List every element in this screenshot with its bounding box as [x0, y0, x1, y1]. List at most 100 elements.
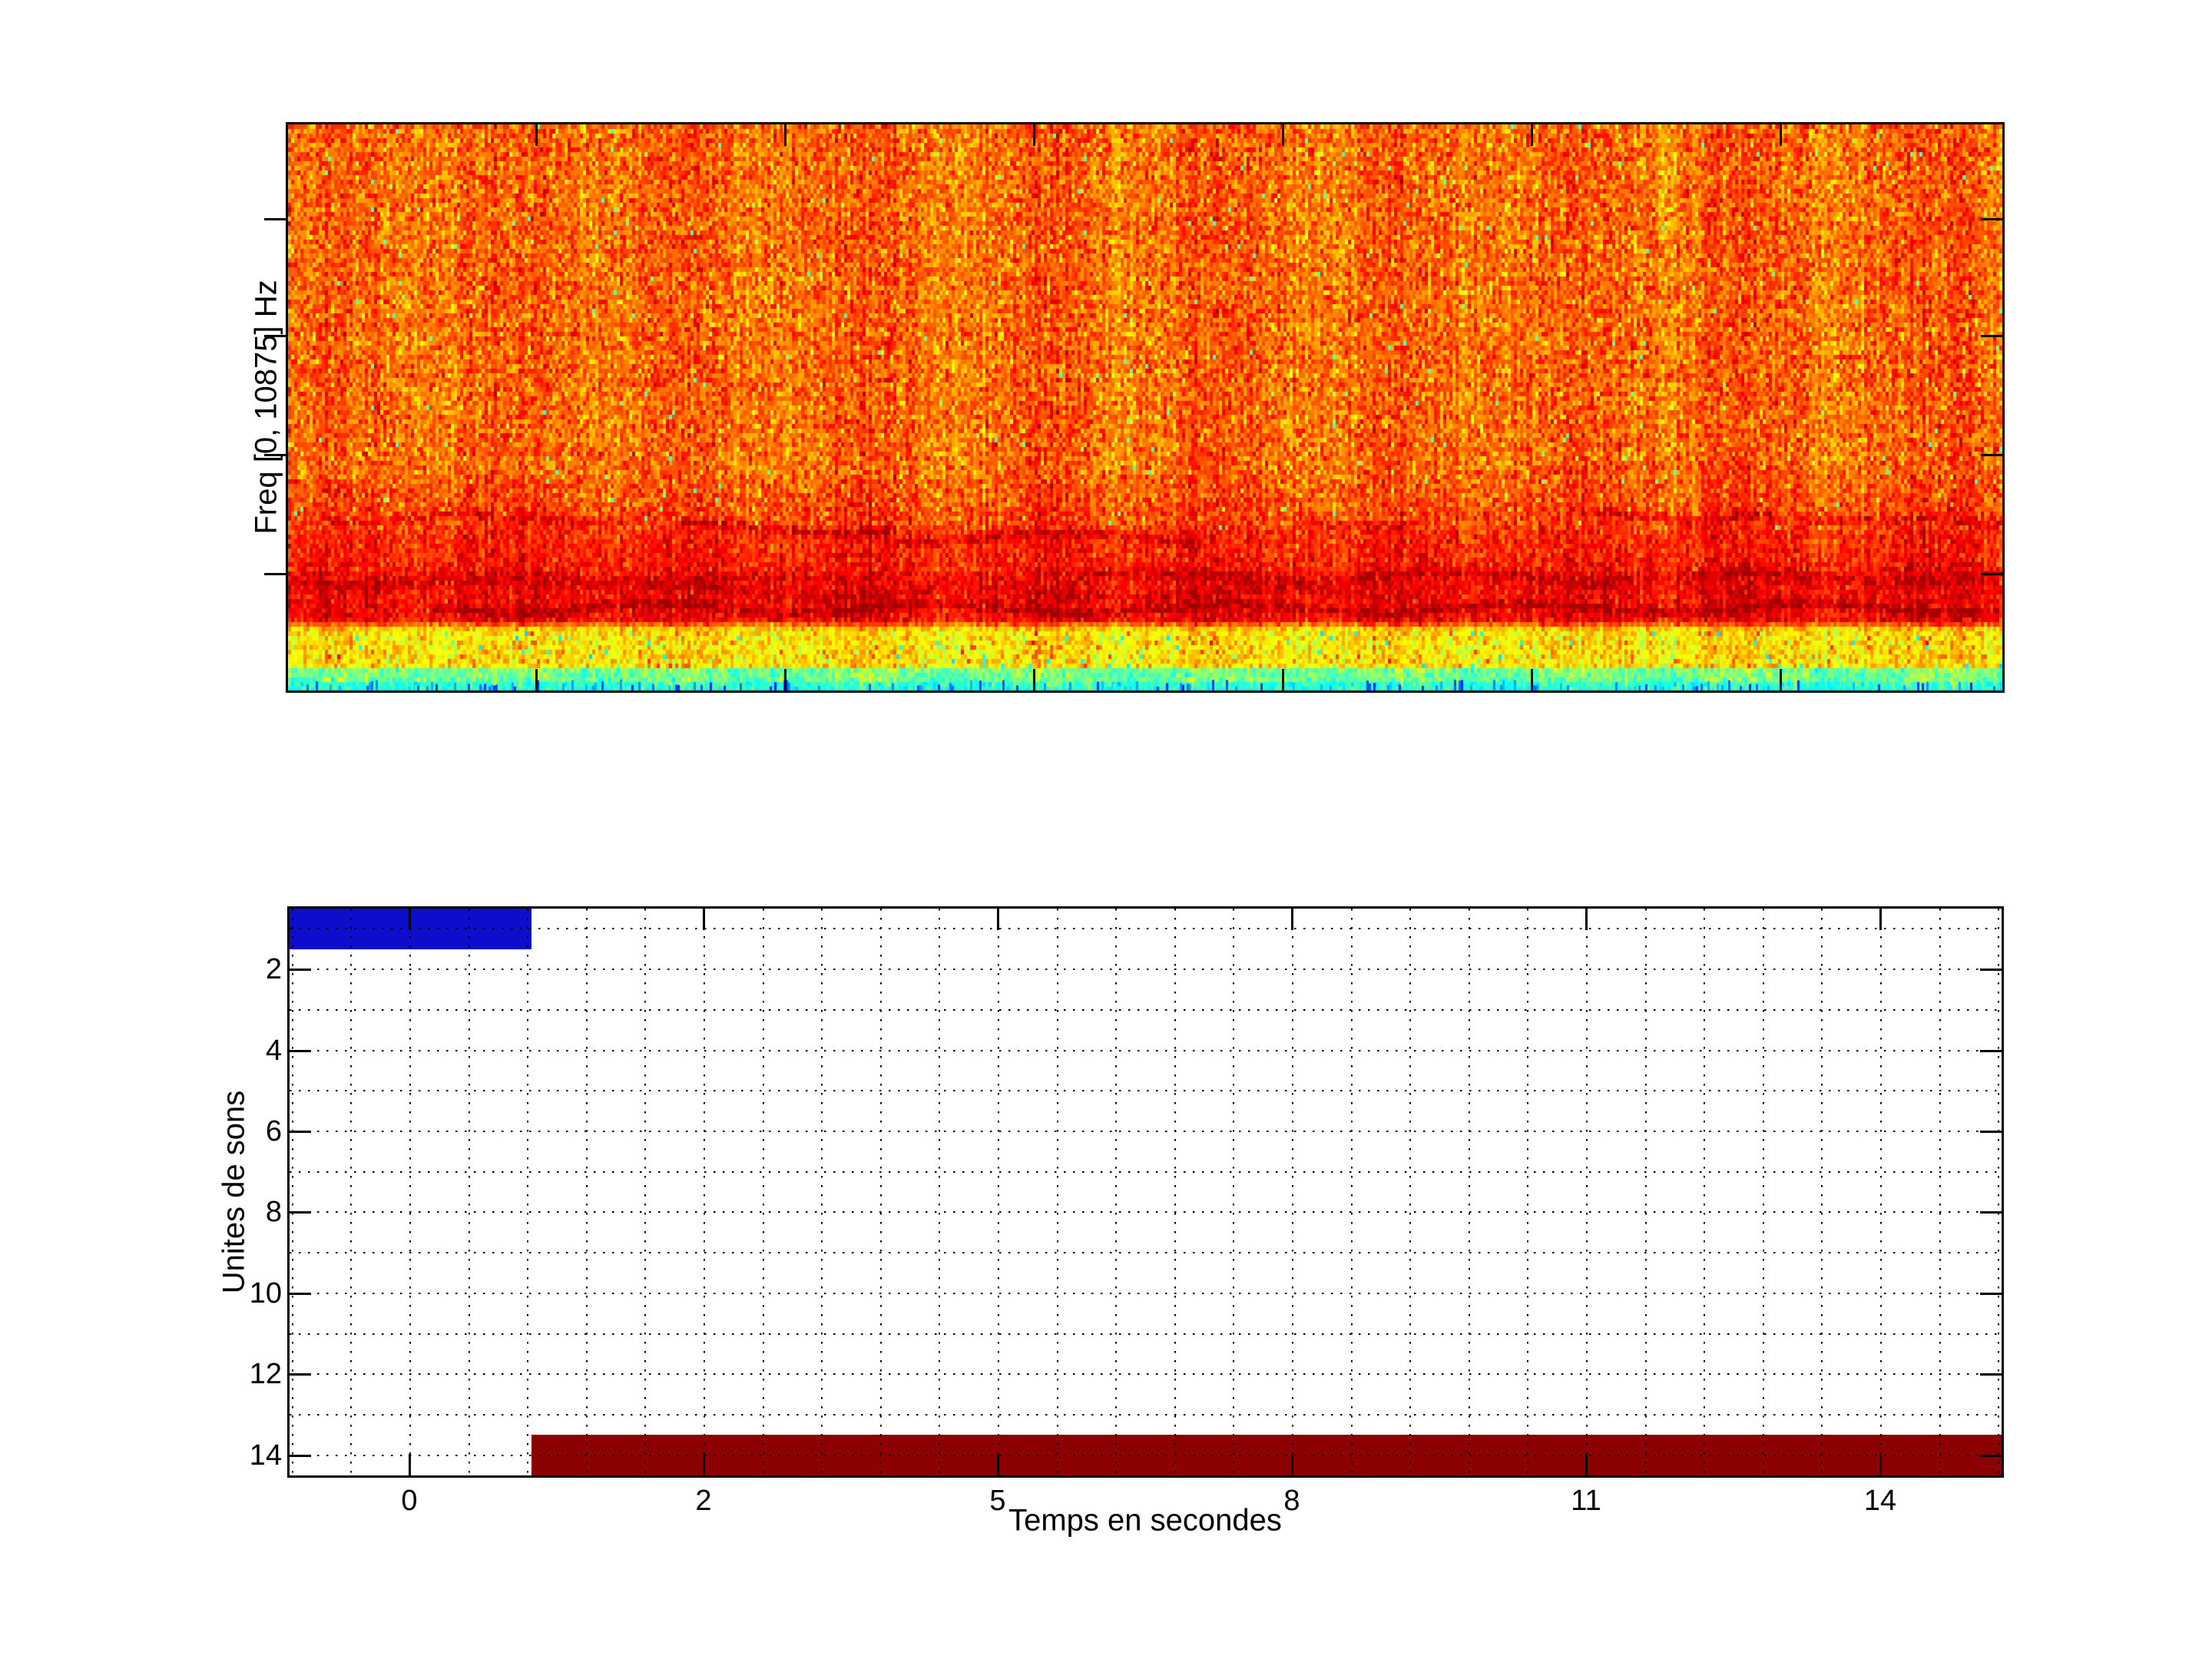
grid-hline	[290, 928, 2002, 929]
grid-vline	[880, 909, 882, 1475]
grid-hline	[290, 1414, 2002, 1416]
grid-vline	[409, 909, 411, 1475]
spectrogram-y-tick	[264, 218, 286, 220]
grid-vline	[469, 909, 470, 1475]
spectrogram-x-tick	[784, 669, 786, 690]
grid-vline	[1586, 909, 1588, 1475]
spectrogram-x-tick	[784, 124, 786, 146]
grid-hline	[290, 1211, 2002, 1213]
spectrogram-x-tick	[1033, 124, 1035, 146]
grid-vline	[1645, 909, 1647, 1475]
units-x-tick	[703, 1454, 705, 1475]
units-x-tick	[997, 1454, 999, 1475]
grid-hline	[290, 1455, 2002, 1456]
grid-vline	[1292, 909, 1293, 1475]
units-y-tick	[1980, 1293, 2002, 1295]
grid-hline	[290, 1090, 2002, 1091]
grid-hline	[290, 1252, 2002, 1253]
grid-hline	[290, 1293, 2002, 1294]
units-x-tick-label: 5	[989, 1484, 1005, 1518]
units-ylabel: Unites de sons	[217, 1091, 252, 1294]
spectrogram-x-tick	[1780, 124, 1782, 146]
units-x-tick	[997, 909, 999, 930]
grid-vline	[644, 909, 646, 1475]
units-y-tick-label: 10	[250, 1277, 282, 1310]
spectrogram-x-tick	[535, 669, 538, 690]
units-x-tick-label: 2	[695, 1484, 711, 1518]
spectrogram-y-tick	[1981, 218, 2002, 220]
units-y-tick	[1980, 1131, 2002, 1133]
spectrogram-area	[288, 124, 2002, 690]
grid-vline	[292, 909, 293, 1475]
units-xlabel: Temps en secondes	[1008, 1504, 1282, 1538]
grid-vline	[1998, 909, 1999, 1475]
grid-vline	[1469, 909, 1470, 1475]
spectrogram-y-tick	[1981, 454, 2002, 456]
grid-vline	[763, 909, 764, 1475]
grid-vline	[1174, 909, 1176, 1475]
matlab-figure: Freq [0, 10875] Hz Unites de sons Temps …	[0, 0, 2212, 1659]
grid-hline	[290, 1171, 2002, 1173]
units-x-tick-label: 14	[1864, 1484, 1896, 1518]
grid-vline	[1821, 909, 1823, 1475]
spectrogram-y-tick	[264, 573, 286, 575]
units-y-tick	[290, 1131, 311, 1133]
units-x-tick	[1879, 1454, 1882, 1475]
grid-vline	[350, 909, 352, 1475]
units-x-tick	[409, 909, 411, 930]
units-y-tick	[1980, 1373, 2002, 1376]
units-y-tick	[1980, 1050, 2002, 1052]
grid-hline	[290, 1333, 2002, 1335]
units-y-tick	[290, 1293, 311, 1295]
spectrogram-x-tick	[1282, 124, 1284, 146]
units-x-tick	[703, 909, 705, 930]
grid-vline	[527, 909, 528, 1475]
grid-vline	[586, 909, 588, 1475]
units-plot	[287, 906, 2004, 1478]
units-y-tick	[1980, 1211, 2002, 1214]
grid-vline	[1351, 909, 1353, 1475]
units-y-tick-label: 8	[266, 1195, 282, 1229]
grid-vline	[1880, 909, 1882, 1475]
units-y-tick-label: 4	[266, 1034, 282, 1068]
units-y-tick	[290, 1373, 311, 1376]
units-y-tick-label: 6	[266, 1114, 282, 1148]
units-y-tick-label: 2	[266, 952, 282, 986]
units-y-tick	[1980, 969, 2002, 971]
units-y-tick	[290, 1050, 311, 1052]
spectrogram-y-tick	[1981, 335, 2002, 337]
spectrogram-ylabel: Freq [0, 10875] Hz	[250, 280, 284, 534]
units-x-tick	[409, 1454, 411, 1475]
grid-vline	[1763, 909, 1764, 1475]
units-y-tick	[290, 1211, 311, 1214]
spectrogram-canvas	[288, 124, 2002, 690]
spectrogram-x-tick	[1282, 669, 1284, 690]
units-y-tick	[290, 1455, 311, 1457]
units-y-tick-label: 14	[250, 1439, 282, 1472]
units-x-tick	[1291, 1454, 1293, 1475]
spectrogram-x-tick	[1531, 669, 1533, 690]
grid-vline	[939, 909, 940, 1475]
grid-vline	[1057, 909, 1058, 1475]
spectrogram-x-tick	[535, 124, 538, 146]
grid-hline	[290, 1050, 2002, 1051]
grid-hline	[290, 1131, 2002, 1132]
spectrogram-x-tick	[1780, 669, 1782, 690]
grid-vline	[1527, 909, 1528, 1475]
grid-vline	[821, 909, 823, 1475]
grid-hline	[290, 1009, 2002, 1011]
units-y-tick	[290, 969, 311, 971]
grid-vline	[1233, 909, 1234, 1475]
units-y-tick-label: 12	[250, 1357, 282, 1391]
grid-hline	[290, 1373, 2002, 1375]
grid-vline	[1115, 909, 1117, 1475]
units-x-tick	[1585, 1454, 1588, 1475]
spectrogram-y-tick	[1981, 573, 2002, 575]
grid-vline	[704, 909, 705, 1475]
units-x-tick	[1291, 909, 1293, 930]
units-x-tick-label: 8	[1283, 1484, 1300, 1518]
spectrogram-plot	[286, 122, 2005, 693]
grid-vline	[1409, 909, 1411, 1475]
grid-vline	[1939, 909, 1941, 1475]
grid-vline	[1704, 909, 1705, 1475]
